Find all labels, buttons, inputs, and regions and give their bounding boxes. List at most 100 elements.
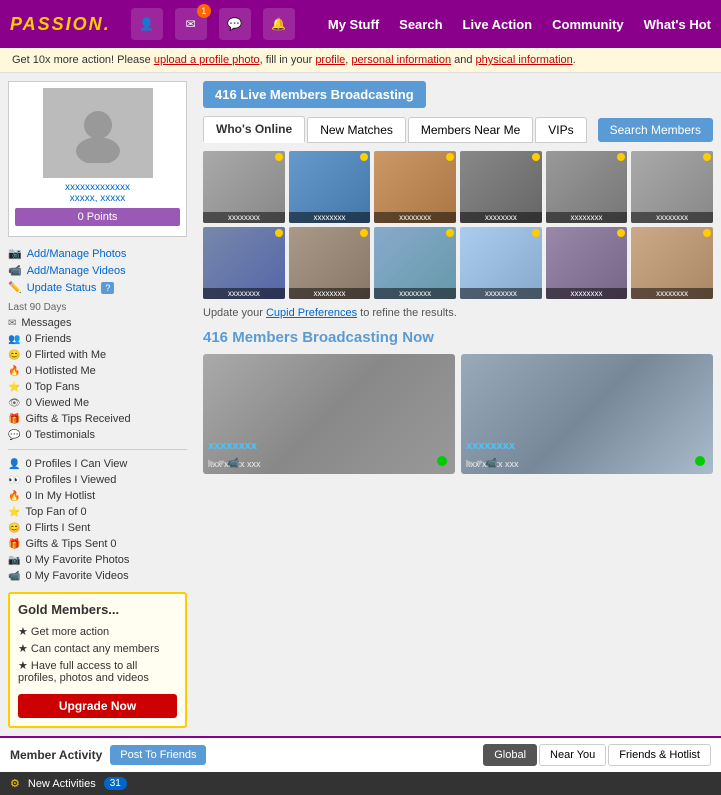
- nav-search[interactable]: Search: [399, 17, 442, 32]
- profile-username: xxxxxxxxxxxxx: [15, 182, 180, 193]
- stat-gifts-sent: 🎁 Gifts & Tips Sent 0: [8, 536, 187, 552]
- gold-benefit-2: Can contact any members: [18, 640, 177, 657]
- sidebar-actions: 📷 Add/Manage Photos 📹 Add/Manage Videos …: [8, 245, 187, 296]
- divider-1: [8, 449, 187, 450]
- member-card[interactable]: xxxxxxxx: [289, 227, 371, 299]
- bottom-tabs: Global Near You Friends & Hotlist: [483, 744, 711, 766]
- nav-icons: 👤 ✉ 1 💬 🔔: [131, 8, 328, 40]
- member-name: xxxxxxxx: [460, 212, 542, 223]
- bottom-tab-near-you[interactable]: Near You: [539, 744, 606, 766]
- stat-messages: ✉ Messages: [8, 315, 187, 331]
- post-to-friends-button[interactable]: Post To Friends: [110, 745, 206, 765]
- stat-testimonials: 💬 0 Testimonials: [8, 427, 187, 443]
- logo: PASSION.: [10, 14, 111, 35]
- content-area: 416 Live Members Broadcasting Who's Onli…: [195, 73, 721, 736]
- mail-nav-icon[interactable]: ✉ 1: [175, 8, 207, 40]
- cupid-note: Update your Cupid Preferences to refine …: [203, 307, 713, 319]
- stat-gifts: 🎁 Gifts & Tips Received: [8, 411, 187, 427]
- member-name: xxxxxxxx: [289, 288, 371, 299]
- bottom-bar: Member Activity Post To Friends Global N…: [0, 736, 721, 772]
- add-manage-videos[interactable]: 📹 Add/Manage Videos: [8, 262, 187, 279]
- profile-nav-icon[interactable]: 👤: [131, 8, 163, 40]
- alert-link-profile[interactable]: profile: [315, 54, 345, 66]
- member-card[interactable]: xxxxxxxx: [631, 227, 713, 299]
- bottom-tab-global[interactable]: Global: [483, 744, 537, 766]
- online-indicator: [360, 153, 368, 161]
- online-indicator: [275, 229, 283, 237]
- alert-link-physical[interactable]: physical information: [476, 54, 573, 66]
- stats-section: ✉ Messages 👥 0 Friends 😊 0 Flirted with …: [8, 315, 187, 443]
- member-card[interactable]: xxxxxxxx: [546, 227, 628, 299]
- online-indicator: [275, 153, 283, 161]
- broadcast-section-title: 416 Members Broadcasting Now: [203, 329, 713, 346]
- member-name: xxxxxxxx: [289, 212, 371, 223]
- member-name: xxxxxxxx: [546, 212, 628, 223]
- status-badge: ?: [101, 282, 114, 294]
- member-name: xxxxxxxx: [374, 288, 456, 299]
- broadcast-name-1: xxxxxxxx: [208, 440, 257, 452]
- live-indicator-1: [437, 456, 447, 466]
- alert-link-photo[interactable]: upload a profile photo: [154, 54, 260, 66]
- chat-nav-icon[interactable]: 💬: [219, 8, 251, 40]
- online-indicator: [617, 153, 625, 161]
- nav-whats-hot[interactable]: What's Hot: [644, 17, 711, 32]
- member-card[interactable]: xxxxxxxx: [289, 151, 371, 223]
- member-card[interactable]: xxxxxxxx: [374, 227, 456, 299]
- add-manage-photos[interactable]: 📷 Add/Manage Photos: [8, 245, 187, 262]
- broadcast-card-1[interactable]: xxxxxxxx xxx xx xx xxx ▶ ♥ 📹: [203, 354, 455, 474]
- online-indicator: [703, 229, 711, 237]
- activity-gear-icon: ⚙: [10, 777, 20, 790]
- broadcast-card-2[interactable]: xxxxxxxx xxx xx xx xxx ▶ ♥ 📹: [461, 354, 713, 474]
- online-indicator: [446, 229, 454, 237]
- online-indicator: [446, 153, 454, 161]
- bottom-tab-friends-hotlist[interactable]: Friends & Hotlist: [608, 744, 711, 766]
- nav-community[interactable]: Community: [552, 17, 624, 32]
- live-broadcast-header: 416 Live Members Broadcasting: [203, 81, 426, 108]
- edit-icon: ✏️: [8, 281, 22, 294]
- tab-whos-online[interactable]: Who's Online: [203, 116, 305, 143]
- stat-friends: 👥 0 Friends: [8, 331, 187, 347]
- member-card[interactable]: xxxxxxxx: [546, 151, 628, 223]
- member-card[interactable]: xxxxxxxx: [203, 151, 285, 223]
- nav-my-stuff[interactable]: My Stuff: [328, 17, 379, 32]
- update-status[interactable]: ✏️ Update Status ?: [8, 279, 187, 296]
- alert-bar: Get 10x more action! Please upload a pro…: [0, 48, 721, 73]
- online-indicator: [532, 153, 540, 161]
- stats-section-2: 👤 0 Profiles I Can View 👀 0 Profiles I V…: [8, 456, 187, 584]
- member-card[interactable]: xxxxxxxx: [460, 151, 542, 223]
- member-card[interactable]: xxxxxxxx: [374, 151, 456, 223]
- member-card[interactable]: xxxxxxxx: [631, 151, 713, 223]
- bell-nav-icon[interactable]: 🔔: [263, 8, 295, 40]
- online-indicator: [703, 153, 711, 161]
- photo-icon: 📷: [8, 247, 22, 260]
- stat-top-fans: ⭐ 0 Top Fans: [8, 379, 187, 395]
- mail-stat-icon: ✉: [8, 318, 16, 329]
- activity-label: New Activities: [28, 778, 96, 790]
- main-layout: xxxxxxxxxxxxx xxxxx, xxxxx 0 Points 📷 Ad…: [0, 73, 721, 736]
- tab-members-near-me[interactable]: Members Near Me: [408, 117, 533, 143]
- upgrade-now-button[interactable]: Upgrade Now: [18, 694, 177, 718]
- stat-fav-photos: 📷 0 My Favorite Photos: [8, 552, 187, 568]
- avatar: [43, 88, 153, 178]
- stat-hotlist: 🔥 0 In My Hotlist: [8, 488, 187, 504]
- profile-box: xxxxxxxxxxxxx xxxxx, xxxxx 0 Points: [8, 81, 187, 237]
- tab-new-matches[interactable]: New Matches: [307, 117, 406, 143]
- broadcast-action-1: ▶ ♥ 📹: [208, 458, 240, 469]
- online-indicator: [617, 229, 625, 237]
- search-members-button[interactable]: Search Members: [598, 118, 713, 142]
- member-name: xxxxxxxx: [374, 212, 456, 223]
- tab-vips[interactable]: VIPs: [535, 117, 586, 143]
- gold-benefit-3: Have full access to all profiles, photos…: [18, 657, 177, 686]
- alert-link-personal[interactable]: personal information: [351, 54, 451, 66]
- stat-flirted: 😊 0 Flirted with Me: [8, 347, 187, 363]
- video-icon: 📹: [8, 264, 22, 277]
- gold-title: Gold Members...: [18, 602, 177, 617]
- nav-live-action[interactable]: Live Action: [463, 17, 533, 32]
- live-indicator-2: [695, 456, 705, 466]
- member-card[interactable]: xxxxxxxx: [460, 227, 542, 299]
- member-card[interactable]: xxxxxxxx: [203, 227, 285, 299]
- gold-benefit-1: Get more action: [18, 623, 177, 640]
- cupid-preferences-link[interactable]: Cupid Preferences: [266, 307, 357, 319]
- gold-benefits: Get more action Can contact any members …: [18, 623, 177, 686]
- broadcast-name-2: xxxxxxxx: [466, 440, 515, 452]
